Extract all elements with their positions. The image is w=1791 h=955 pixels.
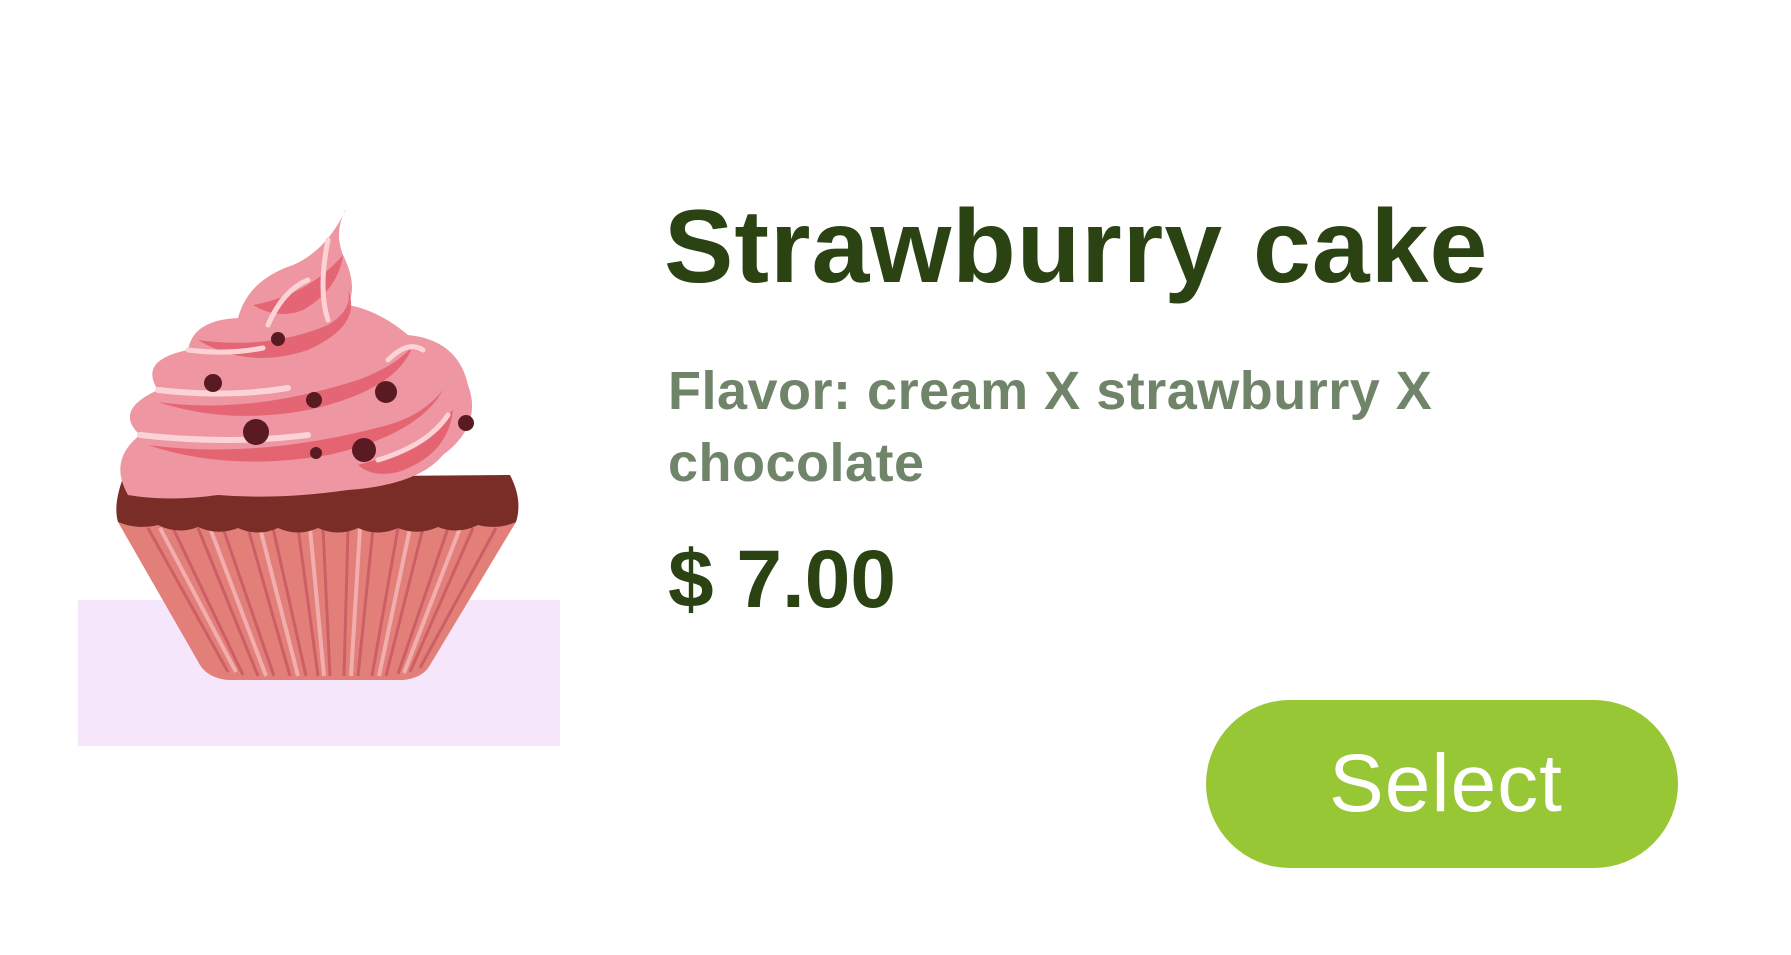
product-image xyxy=(78,210,563,750)
product-flavor: Flavor: cream X strawburry X chocolate xyxy=(668,361,1433,493)
select-button[interactable]: Select xyxy=(1206,700,1678,868)
product-title: Strawburry cake xyxy=(664,189,1489,305)
product-price: $ 7.00 xyxy=(668,534,896,625)
product-card: Strawburry cake Flavor: cream X strawbur… xyxy=(0,0,1791,955)
cupcake-icon xyxy=(116,210,519,680)
